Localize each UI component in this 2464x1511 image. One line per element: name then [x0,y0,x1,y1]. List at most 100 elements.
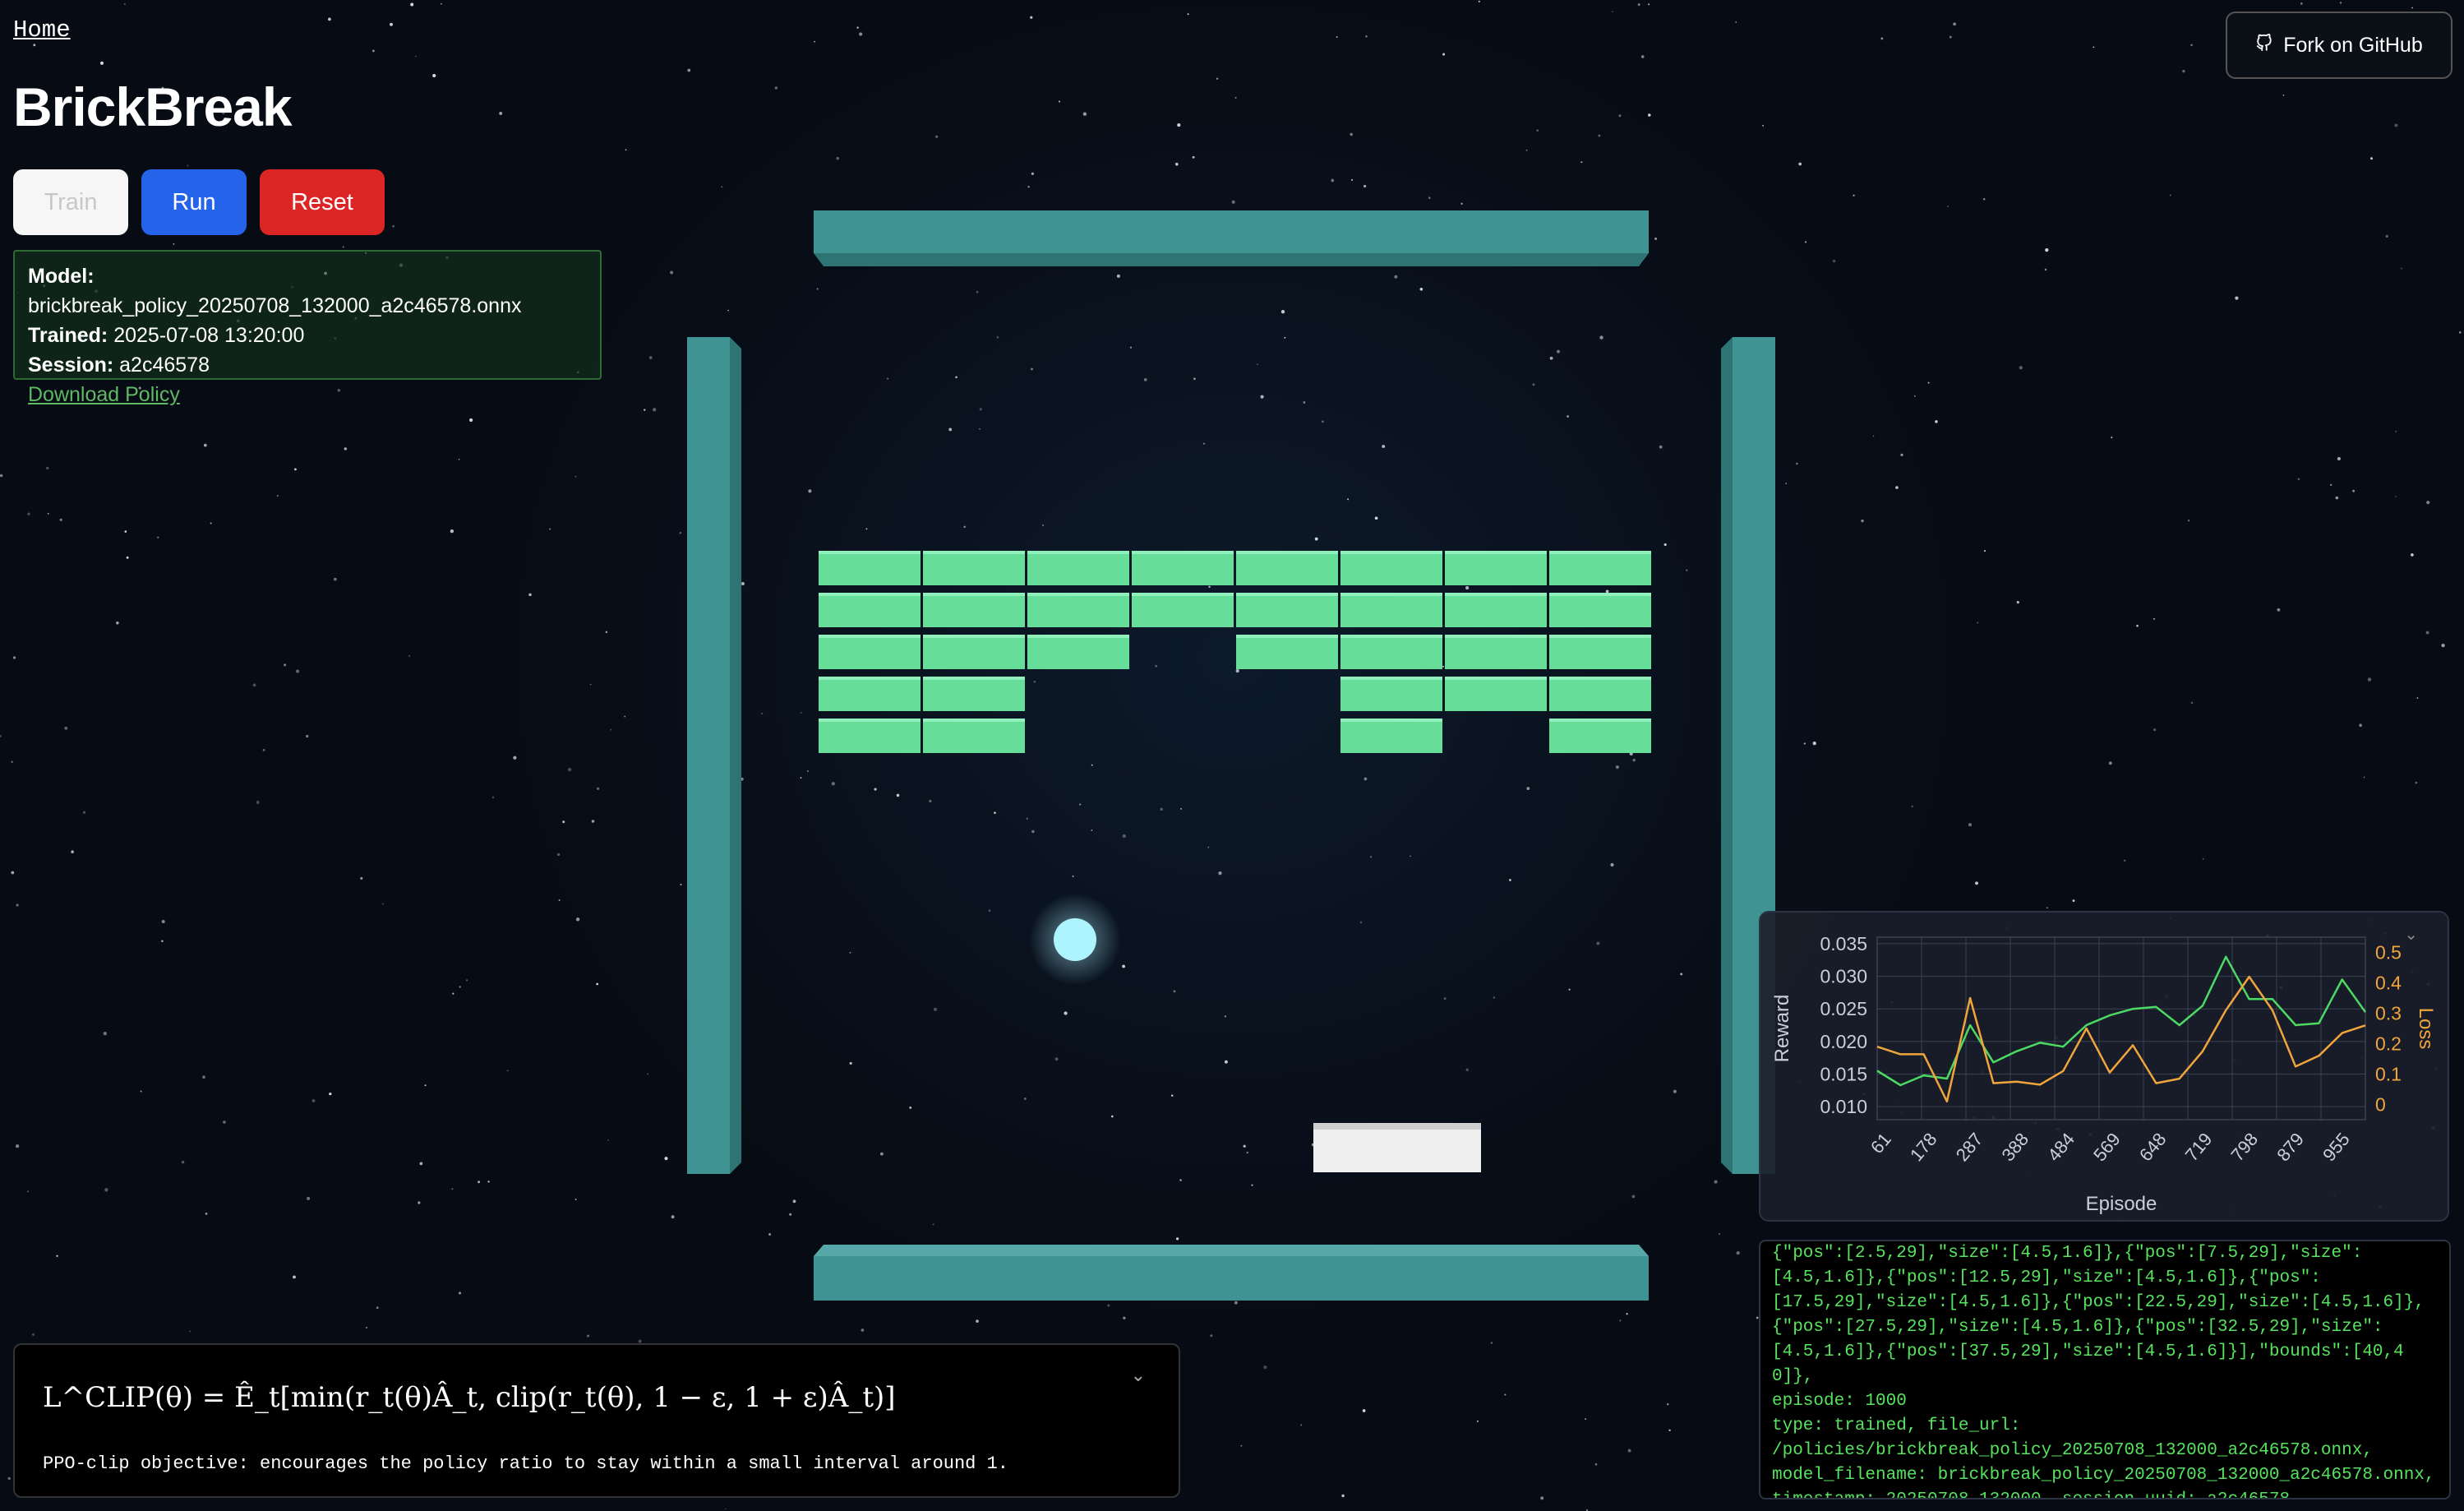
training-metrics-panel: ⌄ 0.010 0.015 0.020 0.025 0.030 0.035 0 0.1 0.2 0… [1759,911,2449,1222]
brick [1236,551,1338,585]
model-info-panel: Model: brickbreak_policy_20250708_132000… [13,250,602,406]
train-button[interactable]: Train [13,169,128,235]
x-tick-label: 719 [2181,1129,2217,1165]
brick [1445,677,1547,711]
session-row: Session: a2c46578 [28,350,587,380]
x-tick-label: 955 [2319,1129,2354,1165]
page-title: BrickBreak [13,76,293,137]
training-chart: 0.010 0.015 0.020 0.025 0.030 0.035 0 0.1 0.2 0.3… [1771,933,2437,1215]
brick [1340,593,1442,627]
x-tick-label: 879 [2273,1129,2308,1165]
log-line: episode: 1000 [1772,1392,1907,1411]
x-tick-label: 388 [1997,1129,2033,1165]
brick [1549,593,1651,627]
log-line: /policies/brickbreak_policy_20250708_132… [1772,1441,2373,1460]
y-right-tick-label: 0.4 [2375,973,2402,994]
y-left-axis-label: Reward [1771,995,1793,1063]
model-row: Model: brickbreak_policy_20250708_132000… [28,261,587,321]
y-left-tick-label: 0.010 [1820,1096,1867,1117]
log-line: timestamp: 20250708_132000, session_uuid… [1772,1488,2438,1498]
fork-on-github-button[interactable]: Fork on GitHub [2226,12,2452,79]
brick [1027,551,1129,585]
log-line: [4.5,1.6]},{"pos":[37.5,29],"size":[4.5,… [1772,1342,2404,1386]
brick [1236,635,1338,669]
top-wall [814,210,1649,266]
brick [1027,635,1129,669]
chevron-down-icon[interactable]: ⌄ [1131,1365,1146,1386]
model-value: brickbreak_policy_20250708_132000_a2c465… [28,294,522,317]
log-line: {"pos":[27.5,29],"size":[4.5,1.6]},{"pos… [1772,1318,2383,1337]
brick [923,593,1025,627]
brick [819,719,921,753]
trained-row: Trained: 2025-07-08 13:20:00 [28,321,587,350]
bottom-wall [814,1245,1649,1301]
state-log-panel: {"pos":[2.5,29],"size":[4.5,1.6]},{"pos"… [1759,1240,2451,1499]
brick [1340,635,1442,669]
model-key: Model: [28,265,95,288]
download-policy-link[interactable]: Download Policy [28,383,180,406]
brick [923,635,1025,669]
home-link[interactable]: Home [13,16,71,44]
brick [1445,551,1547,585]
x-tick-label: 178 [1906,1129,1941,1165]
log-line: type: trained, file_url: [1772,1416,2021,1435]
brick [1549,551,1651,585]
log-line: model_filename: brickbreak_policy_202507… [1772,1466,2435,1485]
y-left-tick-label: 0.020 [1820,1031,1867,1052]
y-left-tick-label: 0.030 [1820,966,1867,987]
trained-value: 2025-07-08 13:20:00 [113,324,305,347]
y-right-tick-label: 0.3 [2375,1003,2402,1024]
log-line: [4.5,1.6]},{"pos":[12.5,29],"size":[4.5,… [1772,1268,2321,1287]
ppo-clip-formula: L^CLIP(θ) = Ê_t[min(r_t(θ)Â_t, clip(r_t(… [43,1381,896,1414]
ball [1029,894,1121,986]
y-right-axis-label: Loss [2415,1008,2437,1050]
brick [819,677,921,711]
brick [1340,677,1442,711]
objective-panel: ⌄ L^CLIP(θ) = Ê_t[min(r_t(θ)Â_t, clip(r_… [13,1343,1180,1498]
brick [819,635,921,669]
y-left-tick-label: 0.015 [1820,1064,1867,1085]
brick [819,593,921,627]
y-left-tick-label: 0.025 [1820,998,1867,1019]
x-tick-label: 61 [1866,1129,1895,1158]
y-right-tick-label: 0.5 [2375,942,2402,963]
log-line: {"pos":[2.5,29],"size":[4.5,1.6]},{"pos"… [1772,1244,2363,1263]
log-line: [17.5,29],"size":[4.5,1.6]},{"pos":[22.5… [1772,1293,2425,1312]
y-left-tick-label: 0.035 [1820,933,1867,954]
brick [1027,593,1129,627]
brick [923,719,1025,753]
x-tick-label: 287 [1952,1129,1987,1165]
brick [1236,593,1338,627]
x-tick-label: 648 [2135,1129,2171,1165]
formula-description: PPO-clip objective: encourages the polic… [43,1453,1008,1474]
y-right-tick-label: 0 [2375,1094,2386,1116]
left-wall [687,337,741,1174]
series-line-loss [1876,975,2366,1103]
plot-frame [1876,936,2366,1121]
x-tick-label: 798 [2226,1129,2262,1165]
x-tick-label: 484 [2043,1129,2079,1165]
brick [1445,635,1547,669]
github-icon [2255,33,2273,58]
brick-field [819,551,1651,753]
x-axis-label: Episode [2086,1193,2157,1215]
brick [1445,593,1547,627]
y-right-tick-label: 0.1 [2375,1064,2402,1085]
brick [923,551,1025,585]
brick [923,677,1025,711]
session-key: Session: [28,353,114,377]
brick [1549,635,1651,669]
x-tick-label: 569 [2089,1129,2125,1165]
session-value: a2c46578 [119,353,210,377]
reset-button[interactable]: Reset [260,169,385,235]
brick [1340,551,1442,585]
trained-key: Trained: [28,324,108,347]
fork-label: Fork on GitHub [2283,33,2423,57]
brick [1132,593,1234,627]
chevron-down-icon[interactable]: ⌄ [2404,924,2418,945]
run-button[interactable]: Run [141,169,247,235]
brick [819,551,921,585]
paddle[interactable] [1313,1123,1481,1172]
brick [1549,719,1651,753]
brick [1340,719,1442,753]
